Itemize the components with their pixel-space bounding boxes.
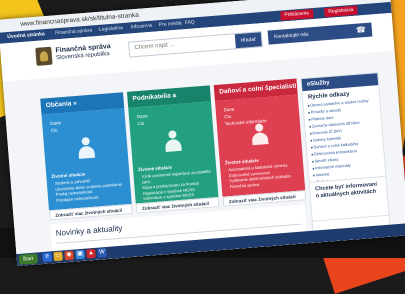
search-box: Hľadať bbox=[128, 31, 263, 58]
contact-button[interactable]: Kontaktujte nás ☎ bbox=[267, 22, 373, 45]
nav-infoservis[interactable]: Infoservis bbox=[131, 23, 153, 31]
card-links: Dane Clo bbox=[50, 119, 62, 134]
person-icon bbox=[161, 130, 185, 154]
coat-of-arms-logo[interactable] bbox=[35, 46, 53, 66]
nav-financna-sprava[interactable]: Finančná správa bbox=[55, 27, 92, 36]
person-icon bbox=[247, 123, 271, 147]
contact-label: Kontaktujte nás bbox=[273, 31, 309, 41]
search-input[interactable] bbox=[132, 36, 237, 53]
browser-menu-icon[interactable]: ≡ bbox=[379, 0, 384, 1]
nav-pre-media[interactable]: Pre médiá bbox=[159, 20, 182, 28]
folder-icon[interactable]: ▭ bbox=[53, 251, 63, 262]
pdf-icon[interactable]: ▲ bbox=[86, 248, 96, 259]
person-icon bbox=[74, 136, 98, 160]
monitor-screen: www.financnasprava.sk/sk/titulna-stranka… bbox=[0, 0, 405, 267]
ie-icon[interactable]: e bbox=[42, 252, 53, 263]
newsletter-box[interactable]: Chcete byť informovaní o aktuálnych akti… bbox=[308, 175, 390, 222]
word-icon[interactable]: W bbox=[97, 248, 107, 258]
card-links: Dane Clo bbox=[137, 112, 149, 127]
card-specialisti: Daňoví a colní špecialisti » Dane Clo Te… bbox=[213, 78, 307, 207]
nav-faq[interactable]: FAQ bbox=[185, 19, 195, 26]
card-podnikatelia: Podnikatelia a organizácie » Dane Clo Ži… bbox=[126, 85, 220, 214]
search-button[interactable]: Hľadať bbox=[234, 32, 262, 49]
bookmark-star-icon[interactable]: ☆ bbox=[365, 0, 373, 2]
start-button[interactable]: Štart bbox=[18, 253, 38, 265]
news-title: Novinky a aktuality bbox=[55, 223, 123, 238]
life-situations-list: Vznik povinnosti registrácie za platiteľ… bbox=[141, 168, 218, 201]
quick-links-list: Úprava podateľne a úradné hodiny Príručk… bbox=[303, 97, 385, 187]
life-situations-list: Automatická a štatistická výmena Dobrovo… bbox=[228, 162, 292, 189]
card-link[interactable]: Clo bbox=[50, 126, 61, 134]
card-obcania: Občania » Dane Clo Životné situácie Štud… bbox=[40, 92, 133, 221]
nav-legislativa[interactable]: Legislatíva bbox=[99, 25, 123, 33]
life-situations-list: Študenti a zahraničí Ukončenie alebo zru… bbox=[55, 176, 123, 203]
phone-icon: ☎ bbox=[355, 24, 367, 35]
card-body: Dane Clo Technické informácie Životné si… bbox=[214, 94, 306, 197]
card-body: Dane Clo Životné situácie Študenti a zah… bbox=[41, 108, 132, 211]
chrome-icon[interactable]: ◉ bbox=[64, 250, 74, 261]
card-link[interactable]: Clo bbox=[137, 119, 148, 127]
nav-uvodna-stranka[interactable]: Úvodná stránka bbox=[7, 31, 45, 40]
card-body: Dane Clo Životné situácie Vznik povinnos… bbox=[128, 101, 219, 204]
